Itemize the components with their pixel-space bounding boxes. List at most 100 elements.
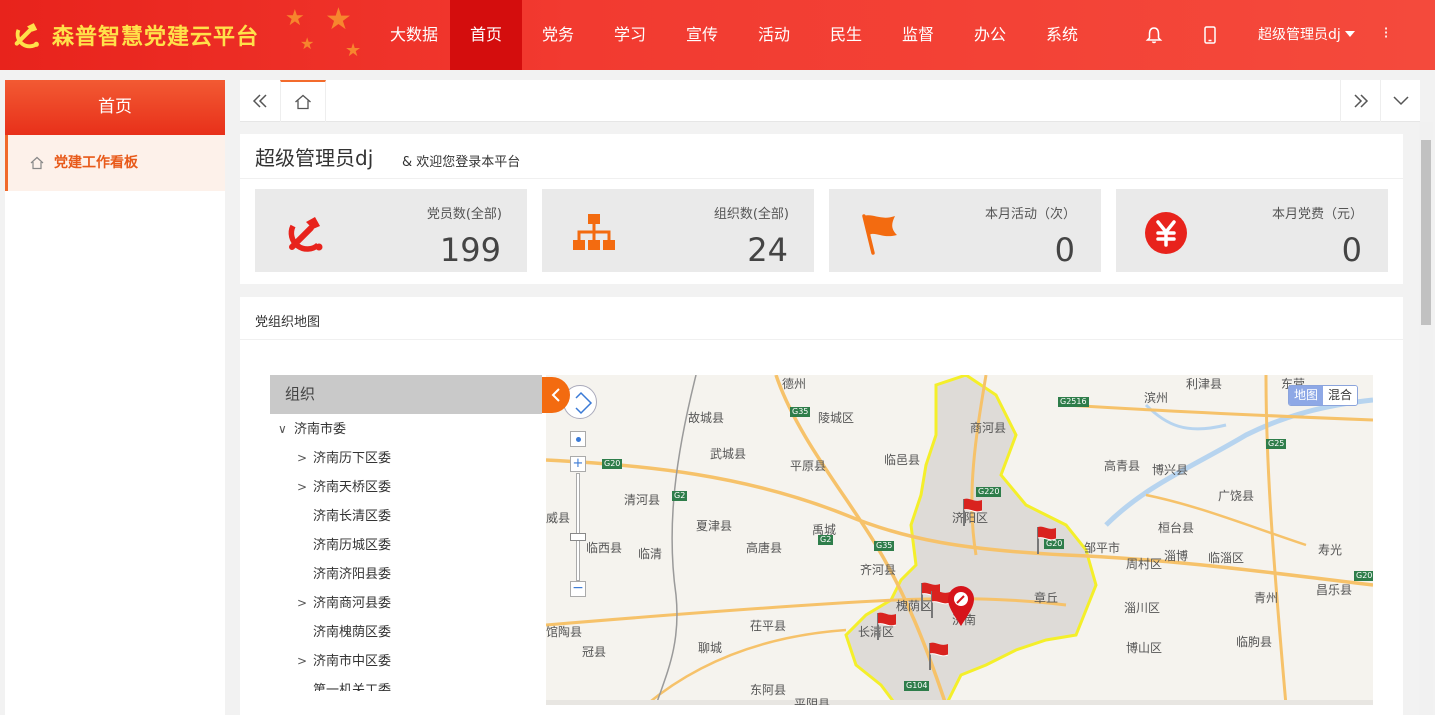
nav-item-activity[interactable]: 活动 [738,0,810,70]
tree-node[interactable]: > 济南历下区委 [270,444,542,473]
nav-item-livelihood[interactable]: 民生 [810,0,882,70]
road-shield-label: G35 [874,541,895,551]
section-title: 党组织地图 [255,315,321,330]
home-icon [295,94,311,110]
location-pin-icon[interactable] [946,585,976,627]
chevron-right-icon[interactable]: > [297,647,307,676]
tree-node[interactable]: 济南济阳县委 [270,560,542,589]
stat-card-organizations[interactable]: 组织数(全部) 24 [542,189,814,272]
user-menu[interactable]: 超级管理员dj [1258,0,1355,70]
tree-node-label: 济南槐荫区委 [313,625,392,640]
road-shield-label: G2516 [1058,397,1089,407]
map-place-label: 临西县 [586,541,623,555]
stat-card-activities[interactable]: 本月活动（次） 0 [829,189,1101,272]
tab-bar [240,80,1420,122]
org-tree: ∨ 济南市委 > 济南历下区委 > 济南天桥区委 济南长清区委 济南历城区委 济南济阳县委 > 济南… [270,414,542,691]
org-flag-marker-icon[interactable] [1034,525,1058,555]
welcome-message: & 欢迎您登录本平台 [402,155,521,170]
map-place-label: 故城县 [688,411,725,425]
map-place-label: 冠县 [582,645,607,659]
decor-star-icon: ★ [300,34,315,53]
chevron-right-icon[interactable]: > [297,473,307,502]
road-shield-label: G25 [1266,439,1287,449]
org-flag-marker-icon[interactable] [926,641,950,671]
map-locate-button[interactable] [570,431,586,447]
map-place-label: 夏津县 [696,519,733,533]
double-left-icon[interactable] [240,80,280,122]
road-shield-label: G2 [672,491,688,501]
nav-item-system[interactable]: 系统 [1026,0,1098,70]
map-place-label: 武城县 [710,447,747,461]
map-place-label: 平原县 [790,459,827,473]
bell-icon[interactable] [1144,25,1164,45]
tree-node[interactable]: 济南长清区委 [270,502,542,531]
map-type-switch: 地图 混合 [1288,385,1359,406]
zoom-slider[interactable] [576,473,580,581]
map-place-label: 临朐县 [1236,635,1273,649]
chevron-down-icon[interactable] [1380,80,1420,122]
tree-node[interactable]: 第一机关工委 [270,676,542,691]
nav-item-supervision[interactable]: 监督 [882,0,954,70]
nav-item-office[interactable]: 办公 [954,0,1026,70]
org-map[interactable]: 德州 利津县 东营 故城县 陵城区 商河县 滨州 武城县 临邑县 高青县 博兴县 平原县 济阳区 广饶县清… [546,375,1373,705]
flag-icon [862,214,897,255]
tab-home[interactable] [280,80,326,122]
stat-value: 0 [1054,231,1075,269]
mobile-icon[interactable] [1200,25,1220,45]
sidebar-item-dashboard[interactable]: 党建工作看板 [5,135,225,191]
map-place-label: 临淄区 [1208,551,1245,565]
nav-item-home[interactable]: 首页 [450,0,522,70]
more-vertical-icon[interactable]: · · · [1380,21,1392,45]
tree-node[interactable]: ∨ 济南市委 [270,415,542,444]
stat-label: 组织数(全部) [713,207,789,222]
map-place-label: 临清 [638,547,663,561]
tree-node[interactable]: > 济南天桥区委 [270,473,542,502]
nav-item-party-affairs[interactable]: 党务 [522,0,594,70]
road-shield-label: G20 [1354,571,1373,581]
map-place-label: 陵城区 [818,411,855,425]
double-right-icon[interactable] [1340,80,1380,122]
stat-value: 199 [439,231,501,269]
road-shield-label: G220 [976,487,1002,497]
road-shield-label: G20 [602,459,623,469]
decor-star-icon: ★ [325,2,352,37]
stat-card-members[interactable]: 党员数(全部) 199 [255,189,527,272]
map-place-label: 茌平县 [750,619,787,633]
top-header: ★ ★ ★ ★ 森普智慧党建云平台 大数据 首页 党务 学习 宣传 活动 民生 … [0,0,1435,70]
tree-node[interactable]: 济南槐荫区委 [270,618,542,647]
map-type-map-button[interactable]: 地图 [1289,386,1324,405]
divider [240,339,1403,340]
chevron-down-icon[interactable]: ∨ [278,415,287,444]
tree-node-label: 济南长清区委 [313,509,392,524]
yuan-icon [1145,212,1187,254]
zoom-in-button[interactable]: + [570,456,586,472]
locate-icon [575,436,581,442]
tree-node-label: 济南济阳县委 [313,567,392,582]
sidebar-item-label: 党建工作看板 [54,155,138,171]
nav-item-publicity[interactable]: 宣传 [666,0,738,70]
map-place-label: 利津县 [1186,377,1223,391]
org-flag-marker-icon[interactable] [960,497,984,527]
map-place-label: 清河县 [624,493,661,507]
chevron-right-icon[interactable]: > [297,589,307,618]
map-place-label: 周村区 [1126,557,1163,571]
map-type-hybrid-button[interactable]: 混合 [1323,386,1358,405]
nav-item-study[interactable]: 学习 [594,0,666,70]
scrollbar-thumb[interactable] [1421,140,1431,325]
sidebar-title[interactable]: 首页 [5,80,225,135]
brand[interactable]: 森普智慧党建云平台 [10,18,259,52]
caret-down-icon [1344,31,1355,37]
zoom-slider-handle[interactable] [570,533,586,541]
chevron-right-icon[interactable]: > [297,444,307,473]
map-place-label: 商河县 [970,421,1007,435]
map-place-label: 临邑县 [884,453,921,467]
tree-node[interactable]: > 济南商河县委 [270,589,542,618]
tree-node[interactable]: > 济南市中区委 [270,647,542,676]
map-place-label: 寿光 [1318,543,1343,557]
tree-node[interactable]: 济南历城区委 [270,531,542,560]
org-flag-marker-icon[interactable] [874,611,898,641]
page-scrollbar[interactable] [1419,122,1433,715]
zoom-out-button[interactable]: − [570,581,586,597]
stat-card-dues[interactable]: 本月党费（元） 0 [1116,189,1388,272]
nav-item-bigdata[interactable]: 大数据 [378,0,450,70]
